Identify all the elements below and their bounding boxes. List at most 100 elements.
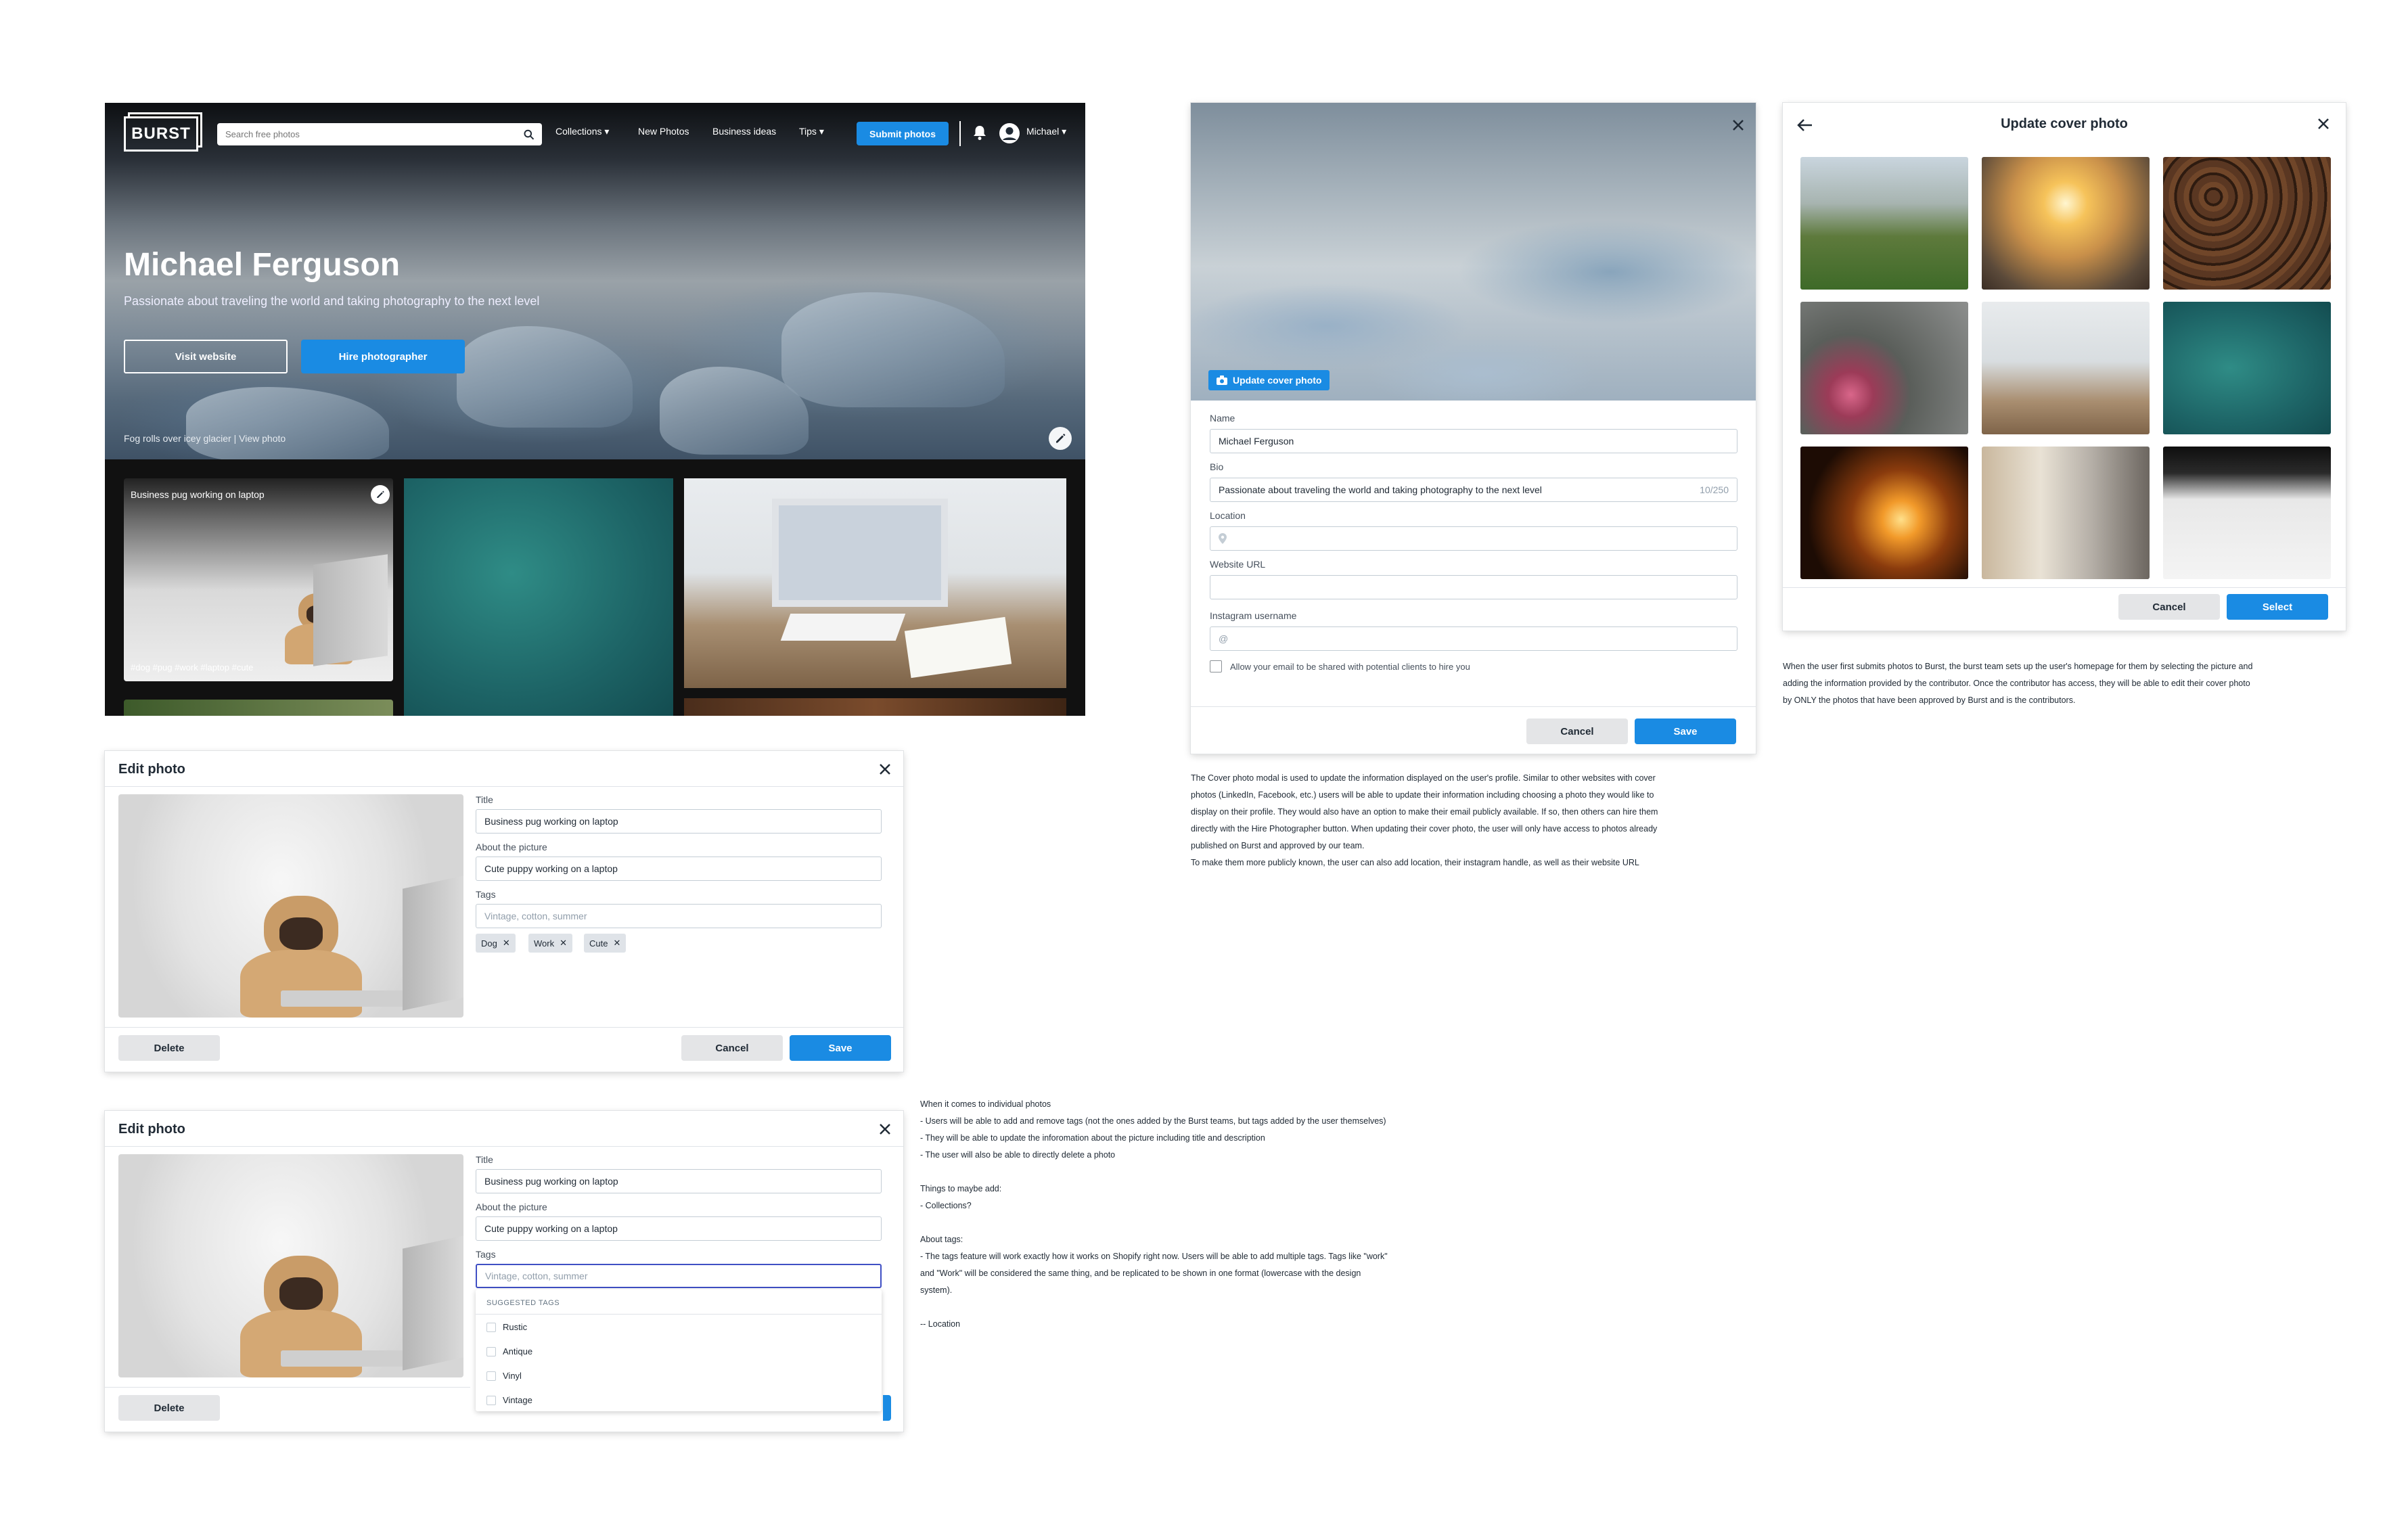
suggested-tag-label: Rustic (503, 1322, 528, 1332)
pug-body-shape (240, 950, 362, 1018)
photo-option-camera[interactable] (2163, 447, 2331, 579)
checkbox[interactable] (486, 1371, 496, 1381)
bio-label: Bio (1210, 461, 1224, 472)
pug-face-shape (279, 917, 323, 950)
save-button[interactable]: Save (1635, 718, 1736, 744)
nav-user-menu[interactable]: Michael ▾ (1026, 126, 1066, 137)
photo-option-ocean[interactable] (2163, 302, 2331, 434)
save-button[interactable]: Save (790, 1035, 891, 1061)
hire-photographer-button[interactable]: Hire photographer (301, 340, 465, 373)
tags-label: Tags (476, 1249, 496, 1260)
photo-tile-pug[interactable]: Business pug working on laptop #dog #pug… (124, 478, 393, 681)
tags-input[interactable]: Vintage, cotton, summer (476, 904, 882, 928)
cancel-button[interactable]: Cancel (2118, 594, 2220, 620)
close-icon[interactable] (1729, 116, 1747, 134)
photo-option-desk[interactable] (1982, 302, 2150, 434)
tags-input-focused[interactable]: Vintage, cotton, summer (476, 1264, 882, 1288)
instagram-field[interactable]: @ (1210, 626, 1737, 651)
user-avatar-icon[interactable] (999, 122, 1020, 144)
select-button[interactable]: Select (2227, 594, 2328, 620)
suggested-tag-label: Vintage (503, 1395, 532, 1405)
profile-page: BURST Collections ▾ New Photos Business … (105, 103, 1085, 716)
remove-tag-icon[interactable]: ✕ (613, 938, 620, 949)
checkbox[interactable] (486, 1322, 496, 1332)
checkbox[interactable] (486, 1346, 496, 1356)
location-field[interactable] (1210, 526, 1737, 551)
photo-option-hills[interactable] (1800, 157, 1968, 290)
photo-tile[interactable] (684, 698, 1066, 716)
suggested-tag-label: Vinyl (503, 1371, 522, 1381)
camera-icon (1217, 375, 1227, 385)
glacier-shape (186, 387, 389, 459)
delete-button[interactable]: Delete (118, 1035, 220, 1061)
divider (105, 1146, 903, 1147)
modal-title: Update cover photo (2001, 116, 2128, 131)
pencil-icon (1056, 434, 1066, 443)
burst-logo[interactable]: BURST (124, 116, 198, 152)
bell-icon[interactable] (972, 124, 987, 141)
nav-collections[interactable]: Collections ▾ (555, 126, 609, 137)
pug-body-shape (240, 1310, 362, 1377)
update-cover-photo-label: Update cover photo (1233, 375, 1322, 386)
close-icon[interactable] (876, 760, 894, 778)
name-label: Name (1210, 413, 1235, 424)
save-button-partial[interactable] (883, 1395, 891, 1421)
pug-face-shape (279, 1277, 323, 1310)
website-field[interactable] (1210, 575, 1737, 599)
photo-tile-desk[interactable] (684, 478, 1066, 688)
edit-profile-modal: Update cover photo Name Michael Ferguson… (1191, 103, 1756, 754)
close-icon[interactable] (876, 1120, 894, 1138)
submit-photos-button[interactable]: Submit photos (857, 122, 949, 145)
search-bar[interactable] (217, 123, 542, 145)
photo-preview (118, 1154, 463, 1377)
nav-tips[interactable]: Tips ▾ (799, 126, 824, 137)
divider (476, 1314, 882, 1315)
tag-chip-label: Work (534, 938, 555, 949)
update-cover-photo-button[interactable]: Update cover photo (1208, 370, 1330, 390)
delete-button[interactable]: Delete (118, 1395, 220, 1421)
about-field[interactable]: Cute puppy working on a laptop (476, 1216, 882, 1241)
suggested-tag-option[interactable]: Rustic (486, 1322, 527, 1332)
photo-tile[interactable] (124, 700, 393, 716)
bio-field[interactable]: Passionate about traveling the world and… (1210, 478, 1737, 502)
remove-tag-icon[interactable]: ✕ (560, 938, 567, 949)
search-input[interactable] (225, 129, 524, 139)
remove-tag-icon[interactable]: ✕ (503, 938, 510, 949)
title-field[interactable]: Business pug working on laptop (476, 809, 882, 834)
photo-tile-ocean[interactable] (404, 478, 673, 716)
suggested-tag-option[interactable]: Vinyl (486, 1371, 522, 1381)
tag-chip: Dog ✕ (476, 934, 516, 953)
keyboard-shape (780, 614, 906, 641)
website-label: Website URL (1210, 559, 1266, 570)
about-field[interactable]: Cute puppy working on a laptop (476, 857, 882, 881)
close-icon[interactable] (2315, 115, 2332, 133)
tile-edit-button[interactable] (371, 485, 390, 504)
cancel-button[interactable]: Cancel (1526, 718, 1628, 744)
suggested-tag-option[interactable]: Antique (486, 1346, 532, 1356)
search-icon[interactable] (524, 129, 534, 140)
share-email-option[interactable]: Allow your email to be shared with poten… (1210, 660, 1470, 672)
nav-business-ideas[interactable]: Business ideas (712, 126, 776, 137)
tile-tags: #dog #pug #work #laptop #cute (131, 662, 254, 672)
hero-caption[interactable]: Fog rolls over icey glacier | View photo (124, 433, 286, 444)
photo-option-phone[interactable] (1982, 447, 2150, 579)
edit-cover-button[interactable] (1049, 427, 1072, 450)
divider (1783, 587, 2346, 588)
photo-option-candles[interactable] (1800, 447, 1968, 579)
title-field[interactable]: Business pug working on laptop (476, 1169, 882, 1193)
divider (105, 786, 903, 787)
cancel-button[interactable]: Cancel (681, 1035, 783, 1061)
edit-photo-modal-tags-open: Edit photo Title Business pug working on… (105, 1111, 903, 1432)
checkbox[interactable] (1210, 660, 1222, 672)
name-field[interactable]: Michael Ferguson (1210, 429, 1737, 453)
suggested-tag-option[interactable]: Vintage (486, 1395, 532, 1405)
laptop-base-shape (281, 990, 416, 1007)
photo-option-flowers[interactable] (1800, 302, 1968, 434)
pencil-icon (377, 490, 384, 499)
photo-option-beach-sunset[interactable] (1982, 157, 2150, 290)
title-label: Title (476, 1154, 493, 1165)
nav-new-photos[interactable]: New Photos (638, 126, 689, 137)
visit-website-button[interactable]: Visit website (124, 340, 288, 373)
checkbox[interactable] (486, 1395, 496, 1405)
photo-option-coffee-beans[interactable] (2163, 157, 2331, 290)
